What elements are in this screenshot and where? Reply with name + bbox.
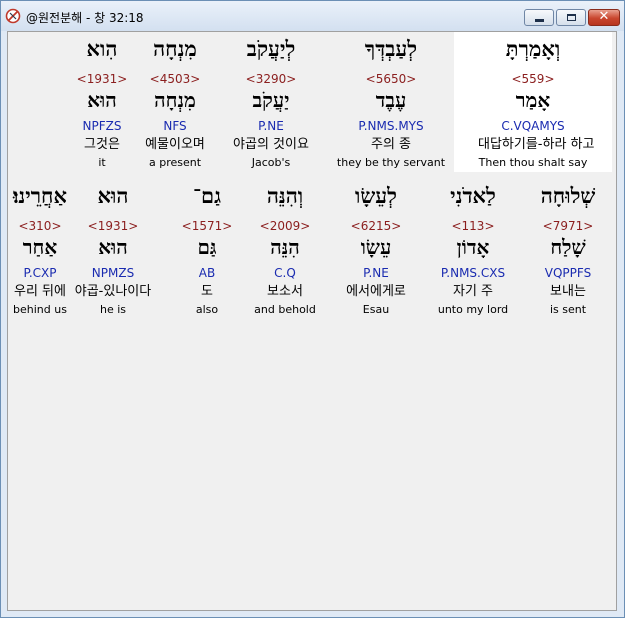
parsing-code: C.VQAMYS: [501, 119, 565, 133]
app-window: @원전분해 - 창 32:18 ✕ וְאָמַרְתָּ <559> אָמַר C…: [0, 0, 625, 618]
app-logo-icon: [5, 8, 21, 24]
hebrew-lemma: עֶבֶד: [375, 88, 407, 112]
korean-gloss: 우리 뒤에: [14, 284, 66, 299]
korean-gloss: 야곱의 것이요: [233, 137, 309, 152]
english-gloss: unto my lord: [437, 303, 509, 316]
strong-number: <559>: [511, 72, 555, 86]
hebrew-lemma: אָמַר: [515, 88, 551, 112]
korean-gloss: 보내는: [550, 284, 586, 299]
strong-number: <3290>: [245, 72, 297, 86]
english-gloss: they be thy servant: [336, 156, 446, 169]
hebrew-word: לְעַבְדְּךָ: [364, 36, 418, 61]
close-icon: ✕: [598, 9, 610, 24]
english-gloss: is sent: [549, 303, 587, 316]
hebrew-lemma: הוּא: [87, 88, 117, 112]
hebrew-lemma: אָדוֹן: [456, 235, 490, 259]
hebrew-word: אַחֲרֵינוּ׃: [13, 183, 67, 208]
minimize-button[interactable]: [524, 9, 554, 26]
parsing-code: P.NE: [258, 119, 284, 133]
strong-number: <1571>: [181, 219, 233, 233]
english-gloss: it: [98, 156, 106, 169]
strong-number: <1931>: [76, 72, 128, 86]
hebrew-lemma: יַעֲקֹב: [252, 88, 290, 112]
title-bar[interactable]: @원전분해 - 창 32:18 ✕: [1, 1, 624, 31]
strong-number: <310>: [18, 219, 62, 233]
hebrew-lemma: גַּם: [197, 235, 217, 259]
hebrew-word: הִוא: [86, 36, 118, 61]
hebrew-word: גַם־: [192, 183, 222, 208]
parsing-code: NPFZS: [82, 119, 122, 133]
parsing-code: P.NMS.CXS: [440, 266, 506, 280]
hebrew-lemma: שָׁלַח: [550, 235, 586, 259]
hebrew-word: שְׁלוּחָה: [540, 183, 596, 208]
korean-gloss: 대답하기를-하라 하고: [478, 137, 595, 152]
english-gloss: behind us: [13, 303, 67, 316]
close-button[interactable]: ✕: [588, 9, 620, 26]
korean-gloss: 주의 종: [370, 137, 411, 152]
interlinear-panel[interactable]: וְאָמַרְתָּ <559> אָמַר C.VQAMYS 대답하기를-하라 하고…: [7, 31, 617, 611]
strong-number: <5650>: [365, 72, 417, 86]
parsing-code: P.CXP: [23, 266, 57, 280]
korean-gloss: 도: [201, 284, 213, 299]
parsing-code: VQPPFS: [544, 266, 592, 280]
strong-number: <7971>: [542, 219, 594, 233]
window-title: @원전분해 - 창 32:18: [26, 11, 144, 25]
parsing-code: P.NMS.MYS: [358, 119, 424, 133]
parsing-code: AB: [198, 266, 216, 280]
maximize-icon: [567, 14, 576, 21]
english-gloss: Then thou shalt say: [478, 156, 588, 169]
english-gloss: Jacob's: [251, 156, 291, 169]
korean-gloss: 그것은: [84, 137, 120, 152]
hebrew-lemma: אַחַר: [22, 235, 58, 259]
hebrew-word: לְיַעֲקֹב: [246, 36, 296, 61]
minimize-icon: [535, 19, 544, 22]
korean-gloss: 자기 주: [452, 284, 493, 299]
hebrew-word: לַאדֹנִי: [450, 183, 496, 208]
strong-number: <113>: [451, 219, 495, 233]
hebrew-word: וְאָמַרְתָּ: [505, 36, 561, 61]
maximize-button[interactable]: [556, 9, 586, 26]
english-gloss: also: [195, 303, 219, 316]
